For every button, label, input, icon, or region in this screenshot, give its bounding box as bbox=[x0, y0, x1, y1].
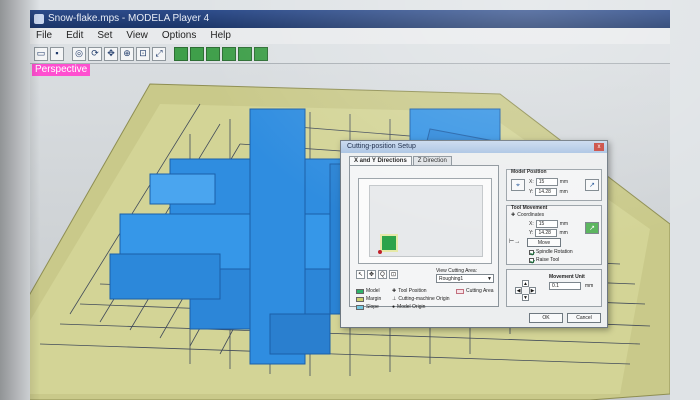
legend-machine-origin: ⊥ Cutting-machine Origin bbox=[392, 296, 450, 302]
select-arrow-icon[interactable]: ↖ bbox=[356, 270, 365, 279]
model-position-group: Model Position ⌖ X: 15 mm Y: 14.28 mm ↗ bbox=[506, 169, 602, 201]
move-button[interactable]: Move bbox=[527, 238, 561, 247]
tool-y-row: Y: 14.28 mm bbox=[529, 229, 568, 237]
move-cross-icon[interactable]: ✥ bbox=[367, 270, 376, 279]
preview-tools: ↖ ✥ Q ⊡ bbox=[356, 270, 398, 279]
legend-slope: Slope bbox=[356, 304, 379, 310]
raise-tool-checkbox[interactable]: Raise Tool bbox=[529, 257, 559, 263]
tool-x-field[interactable]: 15 bbox=[535, 220, 558, 228]
tool-x-row: X: 15 mm bbox=[529, 220, 569, 228]
machine-origin-icon: ⊥ bbox=[392, 296, 397, 302]
open-icon[interactable]: ▭ bbox=[34, 46, 48, 61]
view-iso-icon[interactable] bbox=[222, 46, 236, 61]
dialog-title: Cutting-position Setup bbox=[341, 141, 607, 153]
tool-pick-button[interactable]: ↗ bbox=[585, 222, 599, 234]
zoom-fit-icon[interactable]: ⤢ bbox=[152, 46, 166, 61]
model-y-row: Y: 14.28 mm bbox=[529, 188, 568, 196]
tab-z-direction[interactable]: Z Direction bbox=[412, 156, 452, 165]
window-title: Snow-flake.mps - MODELA Player 4 bbox=[48, 13, 210, 24]
tool-arrow-icon: ⊢→ bbox=[509, 239, 521, 245]
legend-model-origin: ● Model Origin bbox=[392, 304, 426, 310]
jog-right-icon[interactable]: ▶ bbox=[529, 287, 536, 294]
movement-unit-group: ▲ ◀ ▶ ▼ Movement Unit 0.1 mm bbox=[506, 269, 602, 307]
menu-help[interactable]: Help bbox=[210, 28, 231, 44]
model-y-field[interactable]: 14.28 bbox=[535, 188, 558, 196]
zoom-icon[interactable]: ⊕ bbox=[120, 46, 134, 61]
view-back-icon[interactable] bbox=[238, 46, 252, 61]
xy-panel: ↖ ✥ Q ⊡ View Cutting Area: Roughing1 ▼ M… bbox=[349, 165, 499, 310]
legend-cutting-area: Cutting Area bbox=[456, 288, 494, 294]
model-x-field[interactable]: 15 bbox=[535, 178, 558, 186]
jog-pad: ▲ ◀ ▶ ▼ bbox=[515, 280, 537, 302]
ok-button[interactable]: OK bbox=[529, 313, 563, 323]
save-icon[interactable]: ▪ bbox=[50, 46, 64, 61]
legend-model: Model bbox=[356, 288, 380, 294]
coordinates-radio[interactable]: ✚ Coordinates bbox=[511, 212, 544, 218]
toolbar: ▭ ▪ ◎ ⟳ ✥ ⊕ ⊡ ⤢ bbox=[30, 44, 670, 64]
menu-view[interactable]: View bbox=[126, 28, 148, 44]
menu-file[interactable]: File bbox=[36, 28, 52, 44]
chevron-down-icon: ▼ bbox=[487, 276, 492, 282]
movement-unit-title: Movement Unit bbox=[549, 274, 585, 280]
cutting-area-preview bbox=[369, 185, 483, 257]
print-icon[interactable]: ◎ bbox=[72, 46, 86, 61]
jog-up-icon[interactable]: ▲ bbox=[522, 280, 529, 287]
jog-left-icon[interactable]: ◀ bbox=[515, 287, 522, 294]
menu-set[interactable]: Set bbox=[97, 28, 112, 44]
dialog-tabs: X and Y Directions Z Direction bbox=[349, 156, 453, 165]
crosshair-icon: ✚ bbox=[511, 212, 516, 218]
tool-movement-group: Tool Movement ✚ Coordinates X: 15 mm Y: … bbox=[506, 205, 602, 265]
position-preview[interactable] bbox=[358, 178, 492, 264]
legend-margin: Margin bbox=[356, 296, 381, 302]
model-swatch bbox=[356, 288, 364, 294]
zoom-window-icon[interactable]: ⊡ bbox=[136, 46, 150, 61]
model-origin-button[interactable]: ⌖ bbox=[511, 179, 525, 191]
crosshair-icon: ✚ bbox=[392, 288, 397, 294]
model-x-row: X: 15 mm bbox=[529, 178, 569, 186]
cancel-button[interactable]: Cancel bbox=[567, 313, 601, 323]
slope-swatch bbox=[356, 304, 364, 310]
title-bar: Snow-flake.mps - MODELA Player 4 bbox=[30, 10, 670, 28]
rotate-icon[interactable]: ⟳ bbox=[88, 46, 102, 61]
zoom-fit-icon[interactable]: ⊡ bbox=[389, 270, 398, 279]
model-pick-button[interactable]: ↗ bbox=[585, 179, 599, 191]
zoom-icon[interactable]: Q bbox=[378, 270, 387, 279]
menu-bar: File Edit Set View Options Help bbox=[30, 28, 670, 44]
close-icon[interactable]: x bbox=[594, 143, 604, 151]
view-top-icon[interactable] bbox=[174, 46, 188, 61]
view-cutting-area-select[interactable]: Roughing1 ▼ bbox=[436, 274, 494, 283]
model-position-title: Model Position bbox=[511, 169, 547, 175]
spindle-rotation-checkbox[interactable]: Spindle Rotation bbox=[529, 249, 573, 255]
menu-edit[interactable]: Edit bbox=[66, 28, 83, 44]
view-bottom-icon[interactable] bbox=[254, 46, 268, 61]
tool-movement-title: Tool Movement bbox=[511, 205, 548, 211]
tab-xy-directions[interactable]: X and Y Directions bbox=[349, 156, 412, 165]
view-front-icon[interactable] bbox=[190, 46, 204, 61]
legend-tool-position: ✚ Tool Position bbox=[392, 288, 427, 294]
margin-swatch bbox=[356, 296, 364, 302]
model-footprint[interactable] bbox=[380, 234, 398, 252]
modela-player-window: Snow-flake.mps - MODELA Player 4 File Ed… bbox=[0, 0, 700, 400]
jog-down-icon[interactable]: ▼ bbox=[522, 294, 529, 301]
view-mode-label: Perspective bbox=[32, 64, 91, 76]
view-side-icon[interactable] bbox=[206, 46, 220, 61]
tool-y-field[interactable]: 14.28 bbox=[535, 229, 558, 237]
cutting-area-swatch bbox=[456, 288, 464, 294]
movement-unit-select[interactable]: 0.1 bbox=[549, 282, 581, 290]
pan-icon[interactable]: ✥ bbox=[104, 46, 118, 61]
model-origin-icon: ● bbox=[392, 304, 396, 310]
menu-options[interactable]: Options bbox=[162, 28, 196, 44]
origin-marker-icon bbox=[378, 250, 382, 254]
cutting-position-setup-dialog: Cutting-position Setup x X and Y Directi… bbox=[340, 140, 608, 328]
app-icon bbox=[34, 14, 44, 24]
